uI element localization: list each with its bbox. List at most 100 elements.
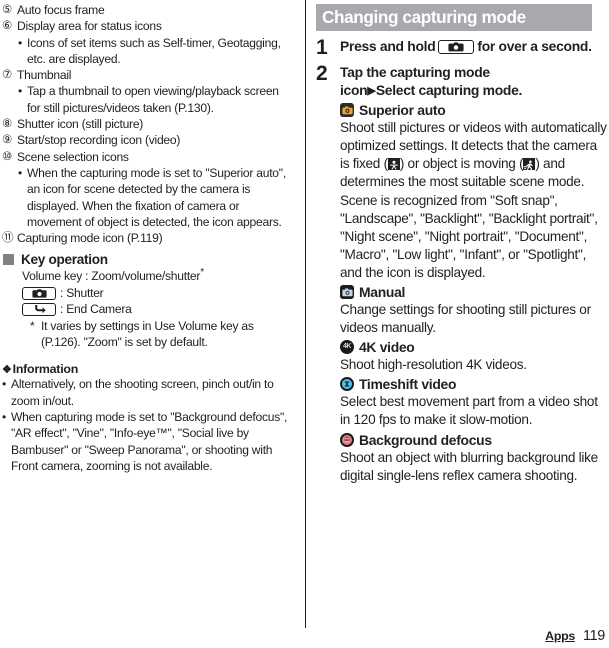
page-number: 119 [582, 628, 605, 644]
numbered-item: ⑦ Thumbnail [2, 67, 294, 83]
numbered-item: ⑥ Display area for status icons [2, 18, 294, 34]
background-defocus-icon [340, 432, 354, 447]
information-title: Information [12, 362, 79, 377]
item-text: Auto focus frame [17, 3, 105, 17]
volume-key-line: Volume key : Zoom/volume/shutter* [22, 268, 294, 284]
left-column: ⑤ Auto focus frame ⑥ Display area for st… [0, 0, 300, 648]
desc-part-5: Scene is recognized from "Soft snap", "L… [340, 192, 598, 280]
item-marker: ⑥ [2, 19, 13, 33]
mode-name: Superior auto [359, 102, 446, 119]
sub-bullet: • Icons of set items such as Self-timer,… [2, 35, 294, 68]
step-text-after: for over a second. [477, 38, 592, 54]
step-2: 2 Tap the capturing mode icon▶Select capt… [316, 62, 609, 100]
4k-video-icon: 4K [340, 340, 354, 355]
numbered-item: ⑪ Capturing mode icon (P.119) [2, 230, 294, 246]
timeshift-video-glyph [340, 377, 354, 391]
manual-icon [340, 285, 354, 300]
key-label-shutter: : Shutter [60, 285, 104, 300]
item-text: Start/stop recording icon (video) [17, 133, 181, 148]
tripod-fixed-icon [387, 158, 400, 171]
mode-manual: Manual [340, 283, 609, 301]
mode-name: Timeshift video [359, 376, 457, 393]
step-1: 1 Press and hold for over a second. [316, 36, 609, 59]
page-footer: Apps 119 [545, 628, 605, 644]
sub-bullet-text: Icons of set items such as Self-timer, G… [27, 35, 281, 66]
4k-label: 4K [343, 343, 351, 351]
mode-4k-video: 4K 4K video [340, 338, 609, 356]
4k-video-glyph: 4K [340, 340, 354, 354]
numbered-item: ⑩ Scene selection icons [2, 149, 294, 165]
information-bullet-text: When capturing mode is set to "Backgroun… [11, 410, 288, 473]
footnote-asterisk: * [30, 318, 35, 333]
modes-list: Superior auto Shoot still pictures or vi… [316, 101, 609, 485]
item-text: Capturing mode icon (P.119) [17, 231, 163, 246]
square-bullet-icon [3, 254, 14, 266]
key-operation-footnote: * It varies by settings in Use Volume ke… [22, 318, 294, 351]
item-marker: ⑪ [2, 231, 14, 245]
item-marker: ⑩ [2, 149, 13, 163]
superior-auto-icon [340, 103, 354, 118]
mode-background-defocus-description: Shoot an object with blurring background… [340, 449, 598, 483]
bullet-dot: • [18, 165, 22, 180]
footnote-marker: * [200, 267, 204, 279]
mode-name: Manual [359, 284, 406, 301]
sub-bullet-text: Tap a thumbnail to open viewing/playback… [27, 84, 279, 115]
step-text: Tap the capturing mode icon▶Select captur… [340, 64, 609, 100]
timeshift-video-icon [340, 377, 354, 392]
information-heading: ❖ Information [2, 362, 294, 376]
diamond-icon: ❖ [2, 363, 12, 376]
item-marker: ⑨ [2, 133, 13, 147]
footnote-text: It varies by settings in Use Volume key … [41, 318, 254, 350]
manual-glyph [340, 285, 354, 299]
mode-superior-auto-description: Shoot still pictures or videos with auto… [340, 119, 609, 282]
mode-superior-auto: Superior auto [340, 101, 609, 119]
mode-manual-description: Change settings for shooting still pictu… [340, 302, 591, 336]
step-text: Press and hold for over a second. [340, 38, 609, 56]
mode-4k-video-description: Shoot high-resolution 4K videos. [340, 357, 527, 373]
key-operation-body: Volume key : Zoom/volume/shutter* : Shut… [2, 268, 294, 350]
mode-timeshift-video-description: Select best movement part from a video s… [340, 394, 598, 428]
key-operation-title: Key operation [21, 252, 108, 268]
bullet-dot: • [18, 35, 22, 50]
information-bullet: • Alternatively, on the shooting screen,… [2, 376, 294, 409]
key-label-end-camera: : End Camera [60, 302, 132, 317]
sub-bullet: • Tap a thumbnail to open viewing/playba… [2, 83, 294, 116]
superior-auto-glyph [340, 103, 354, 117]
step-number: 1 [316, 36, 328, 59]
information-bullet: • When capturing mode is set to "Backgro… [2, 409, 294, 474]
camera-shutter-icon [22, 286, 56, 300]
step-line2-before: icon [340, 81, 368, 98]
key-row-shutter: : Shutter [22, 285, 294, 301]
item-marker: ⑦ [2, 68, 13, 82]
back-arrow-icon [22, 302, 56, 316]
manual-page: ⑤ Auto focus frame ⑥ Display area for st… [0, 0, 609, 648]
key-row-end-camera: : End Camera [22, 301, 294, 317]
volume-key-text: Volume key : Zoom/volume/shutter [22, 269, 201, 284]
mode-name: 4K video [359, 339, 415, 356]
item-text: Shutter icon (still picture) [17, 117, 144, 132]
step-line1: Tap the capturing mode [340, 64, 490, 80]
background-defocus-glyph [340, 433, 354, 447]
bullet-dot: • [18, 84, 22, 99]
item-text: Display area for status icons [17, 19, 162, 34]
mode-timeshift-video: Timeshift video [340, 375, 609, 393]
desc-part-3: ) or object is moving ( [399, 156, 524, 172]
column-divider [305, 0, 306, 628]
sub-bullet: • When the capturing mode is set to "Sup… [2, 165, 294, 230]
item-marker: ⑤ [2, 3, 13, 16]
step-line2-after: Select capturing mode. [375, 81, 523, 98]
right-column: Changing capturing mode 1 Press and hold… [316, 0, 609, 648]
section-title-bar: Changing capturing mode [316, 4, 592, 31]
mode-background-defocus: Background defocus [340, 431, 609, 449]
step-text-before: Press and hold [340, 38, 436, 54]
mode-name: Background defocus [359, 431, 492, 448]
moving-object-icon [523, 158, 536, 171]
bullet-dot: • [2, 377, 6, 392]
step-number: 2 [316, 62, 328, 85]
item-text: Scene selection icons [17, 149, 129, 164]
bullet-dot: • [2, 410, 6, 425]
key-operation-heading: Key operation [2, 252, 294, 267]
footer-section-label: Apps [545, 629, 575, 643]
sub-bullet-text: When the capturing mode is set to "Super… [27, 165, 286, 229]
information-bullet-text: Alternatively, on the shooting screen, p… [11, 377, 274, 408]
